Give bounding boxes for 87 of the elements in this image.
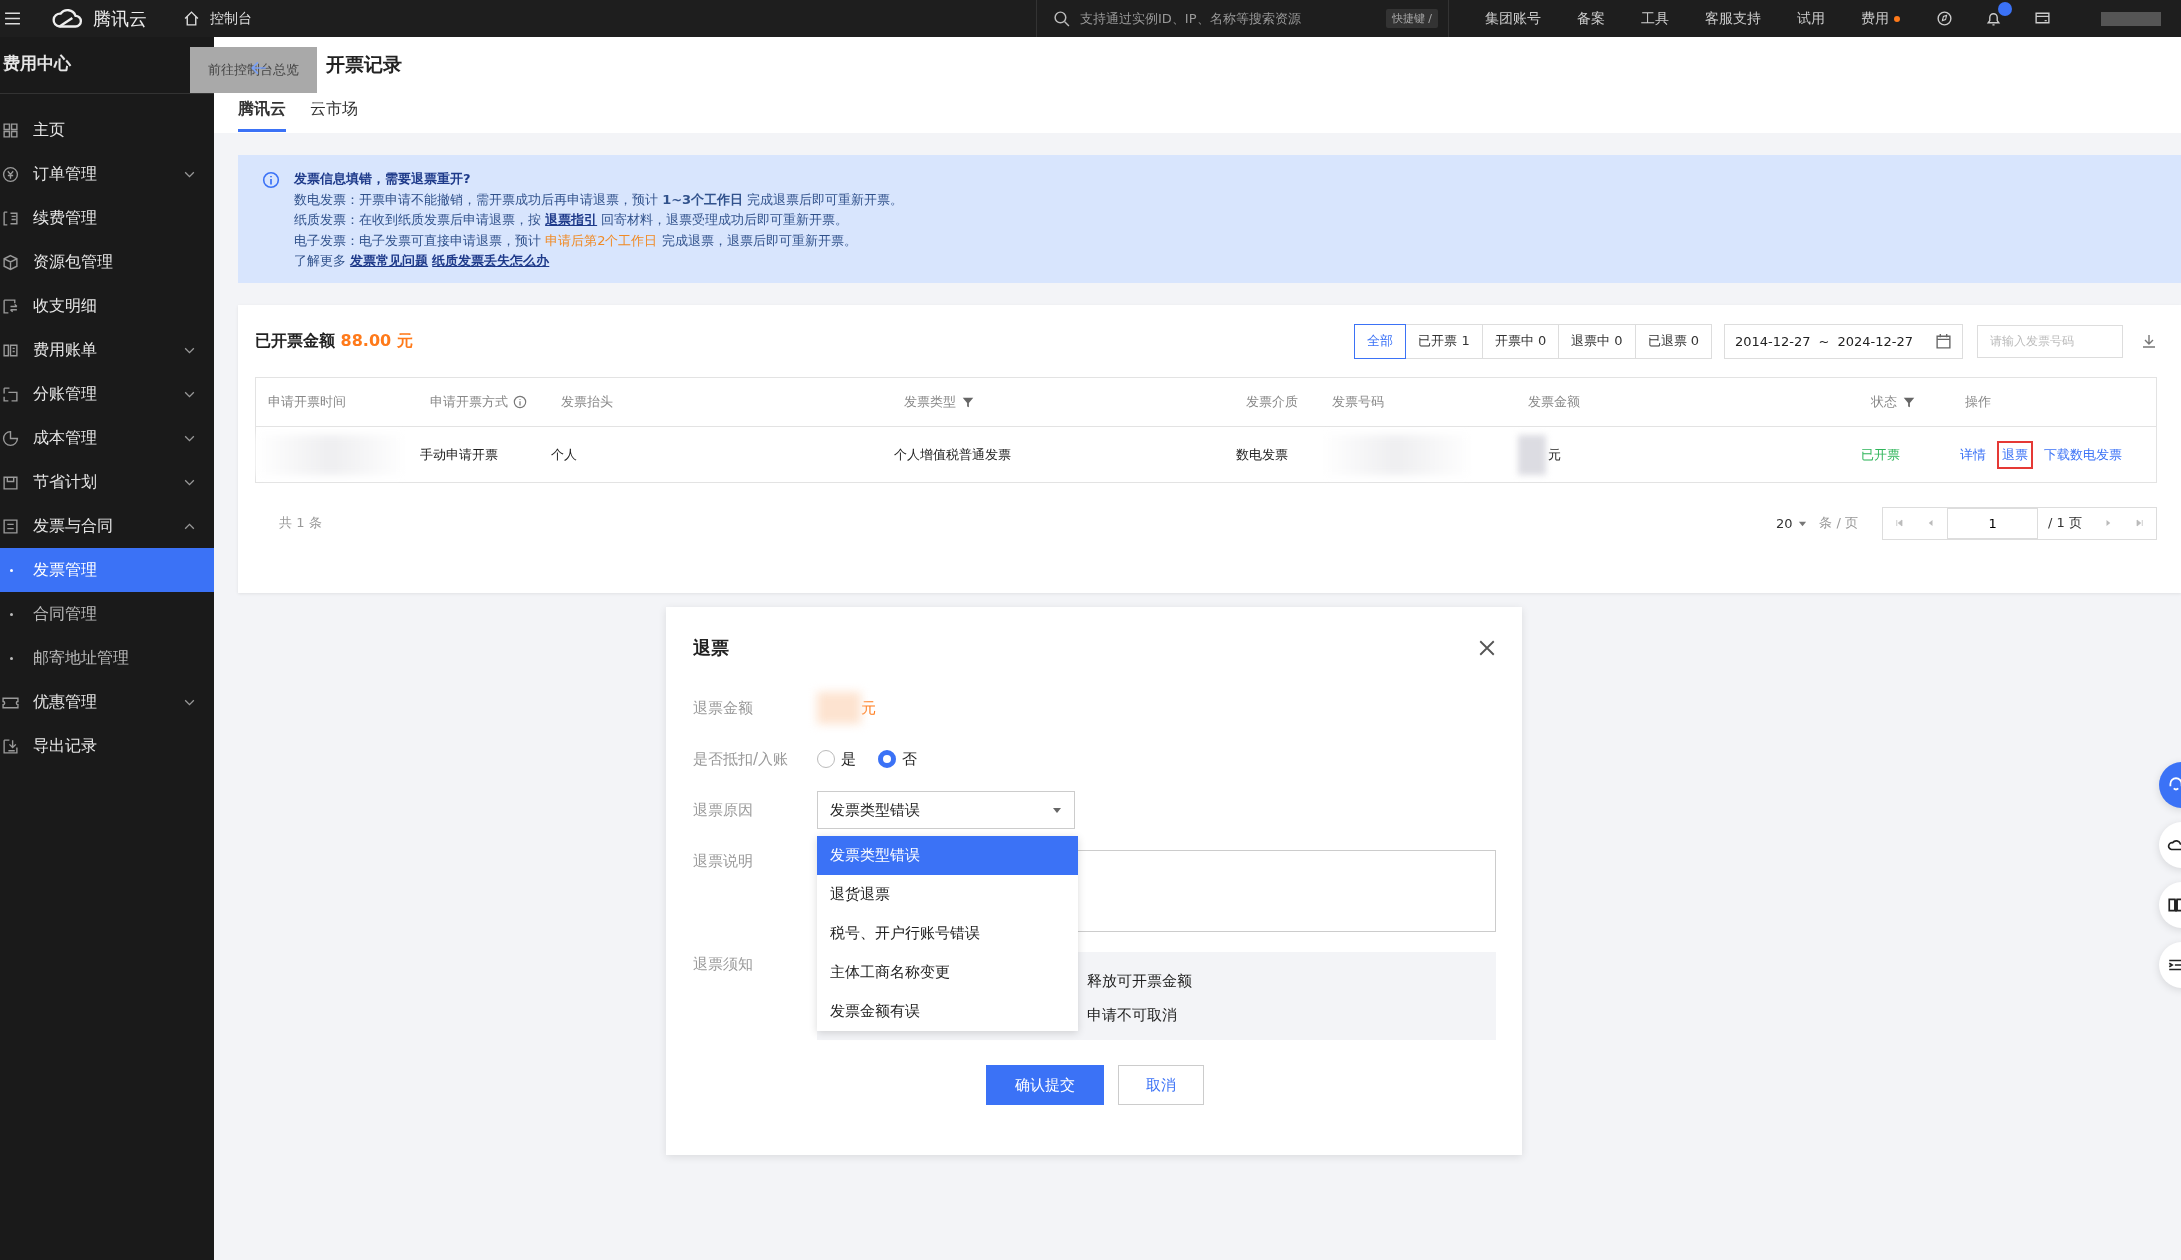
column-header: 发票金额 — [1527, 393, 1581, 411]
top-nav-link[interactable]: 备案 — [1577, 9, 1605, 28]
invoice-number-field[interactable]: 请输入发票号码 — [1977, 324, 2123, 358]
terms-line: 释放可开票金额 — [1087, 971, 1193, 992]
summary-label: 已开票金额 — [255, 330, 335, 350]
notice-line: 数电发票：开票申请不能撤销，需开票成功后再申请退票，预计 1~3个工作日 完成退票后即可重新开票。 — [294, 190, 904, 209]
sidebar-item[interactable]: 节省计划 — [0, 460, 214, 504]
page-count-label: / 1 页 — [2047, 514, 2083, 532]
terms-line: 申请不可取消 — [1087, 1005, 1178, 1026]
column-header: 发票号码 — [1331, 393, 1385, 411]
sidebar-item[interactable]: 优惠管理 — [0, 680, 214, 724]
sidebar-item[interactable]: 费用账单 — [0, 328, 214, 372]
sidebar-item[interactable]: 发票与合同 — [0, 504, 214, 548]
search-field[interactable]: 支持通过实例ID、IP、名称等搜索资源 — [1078, 10, 1378, 27]
notice-title: 发票信息填错，需要退票重开? — [294, 170, 472, 188]
column-header: 申请开票时间 — [267, 393, 347, 411]
shortcut-key-label: 快捷键 / — [1385, 9, 1438, 28]
sidebar-item[interactable]: 导出记录 — [0, 724, 214, 768]
page-title: 开票记录 — [326, 52, 402, 77]
status-filter-button[interactable]: 退票中 0 — [1558, 323, 1636, 359]
summary-amount: 88.00 元 — [340, 330, 413, 350]
sidebar-item[interactable]: 订单管理 — [0, 152, 214, 196]
radio-option[interactable]: 否 — [878, 749, 917, 769]
notice-link[interactable]: 纸质发票丢失怎么办 — [432, 253, 550, 268]
status-filter-button[interactable]: 已开票 1 — [1405, 323, 1483, 359]
sidebar-item[interactable]: 主页 — [0, 108, 214, 152]
form-label: 退票原因 — [693, 800, 754, 820]
top-nav-link[interactable]: 工具 — [1641, 9, 1669, 28]
top-nav-link[interactable]: 试用 — [1797, 9, 1825, 28]
notice-link[interactable]: 发票常见问题 — [350, 253, 429, 268]
dropdown-option[interactable]: 发票金额有误 — [817, 992, 1078, 1031]
page-size-select[interactable]: 20 — [1775, 515, 1808, 531]
action-link[interactable]: 退票 — [1997, 440, 2033, 469]
sidebar-item[interactable]: 成本管理 — [0, 416, 214, 460]
column-header: 操作 — [1964, 393, 1992, 411]
page-number-field[interactable]: 1 — [1947, 507, 2039, 539]
column-header: 发票介质 — [1245, 393, 1299, 411]
dropdown-option[interactable]: 发票类型错误 — [817, 836, 1078, 875]
form-label: 退票金额 — [693, 698, 754, 718]
status-filter-button[interactable]: 已退票 0 — [1634, 323, 1712, 359]
dropdown-option[interactable]: 税号、开户行账号错误 — [817, 914, 1078, 953]
column-header: 发票抬头 — [560, 393, 614, 411]
action-link[interactable]: 下载数电发票 — [2039, 440, 2127, 469]
dropdown-option[interactable]: 退货退票 — [817, 875, 1078, 914]
total-count: 共 1 条 — [279, 514, 322, 532]
column-header: 申请开票方式 — [418, 378, 549, 426]
sidebar-subitem[interactable]: 发票管理 — [0, 548, 214, 592]
sidebar-item[interactable]: 分账管理 — [0, 372, 214, 416]
sidebar-item[interactable]: 资源包管理 — [0, 240, 214, 284]
status-filter-button[interactable]: 开票中 0 — [1481, 323, 1560, 359]
status-filter-button[interactable]: 全部 — [1354, 323, 1407, 359]
sidebar-subitem[interactable]: 合同管理 — [0, 592, 214, 636]
sidebar-item[interactable]: 收支明细 — [0, 284, 214, 328]
table-cell-text: 个人增值税普通发票 — [893, 445, 1012, 464]
column-header: 状态 — [1859, 378, 1953, 426]
table-cell-text: 手动申请开票 — [419, 445, 499, 464]
notice-line: 电子发票：电子发票可直接申请退票，预计 申请后第2个工作日 完成退票，退票后即可重新开票。 — [294, 231, 858, 250]
form-label: 是否抵扣/入账 — [693, 749, 790, 769]
reason-select[interactable]: 发票类型错误 — [817, 791, 1075, 829]
column-header: 发票类型 — [892, 378, 1234, 426]
dialog-title: 退票 — [693, 636, 729, 660]
per-page-label: 条 / 页 — [1819, 514, 1859, 532]
notice-line: 纸质发票：在收到纸质发票后申请退票，按 退票指引 回寄材料，退票受理成功后即可重新开票。 — [294, 211, 850, 229]
table-cell-text: 个人 — [550, 445, 578, 464]
table-cell-text: 数电发票 — [1235, 445, 1289, 464]
status-text: 已开票 — [1860, 445, 1901, 464]
logo-text[interactable]: 腾讯云 — [93, 6, 147, 31]
table-cell: 元 — [1548, 445, 1561, 464]
amount-unit: 元 — [861, 698, 876, 718]
tab[interactable]: 腾讯云 — [238, 93, 286, 132]
cancel-button[interactable]: 取消 — [1117, 1065, 1204, 1105]
date-range-field[interactable]: 2014-12-27 ~ 2024-12-27 — [1723, 323, 1963, 359]
sidebar-subitem[interactable]: 邮寄地址管理 — [0, 636, 214, 680]
tab[interactable]: 云市场 — [310, 93, 358, 129]
notice-line: 了解更多 发票常见问题 纸质发票丢失怎么办 — [294, 252, 551, 270]
top-nav-link[interactable]: 集团账号 — [1485, 9, 1541, 28]
notice-link[interactable]: 退票指引 — [545, 212, 598, 227]
form-label: 退票说明 — [693, 851, 754, 871]
radio-option[interactable]: 是 — [817, 749, 856, 769]
dropdown-option[interactable]: 主体工商名称变更 — [817, 953, 1078, 992]
submit-button[interactable]: 确认提交 — [985, 1065, 1104, 1105]
sidebar-item[interactable]: 续费管理 — [0, 196, 214, 240]
action-link[interactable]: 详情 — [1955, 440, 1991, 469]
console-link[interactable]: 控制台 — [210, 9, 252, 28]
top-nav-link[interactable]: 客服支持 — [1705, 9, 1761, 28]
form-label: 退票须知 — [693, 954, 754, 974]
top-nav-link[interactable]: 费用 — [1861, 9, 1900, 28]
